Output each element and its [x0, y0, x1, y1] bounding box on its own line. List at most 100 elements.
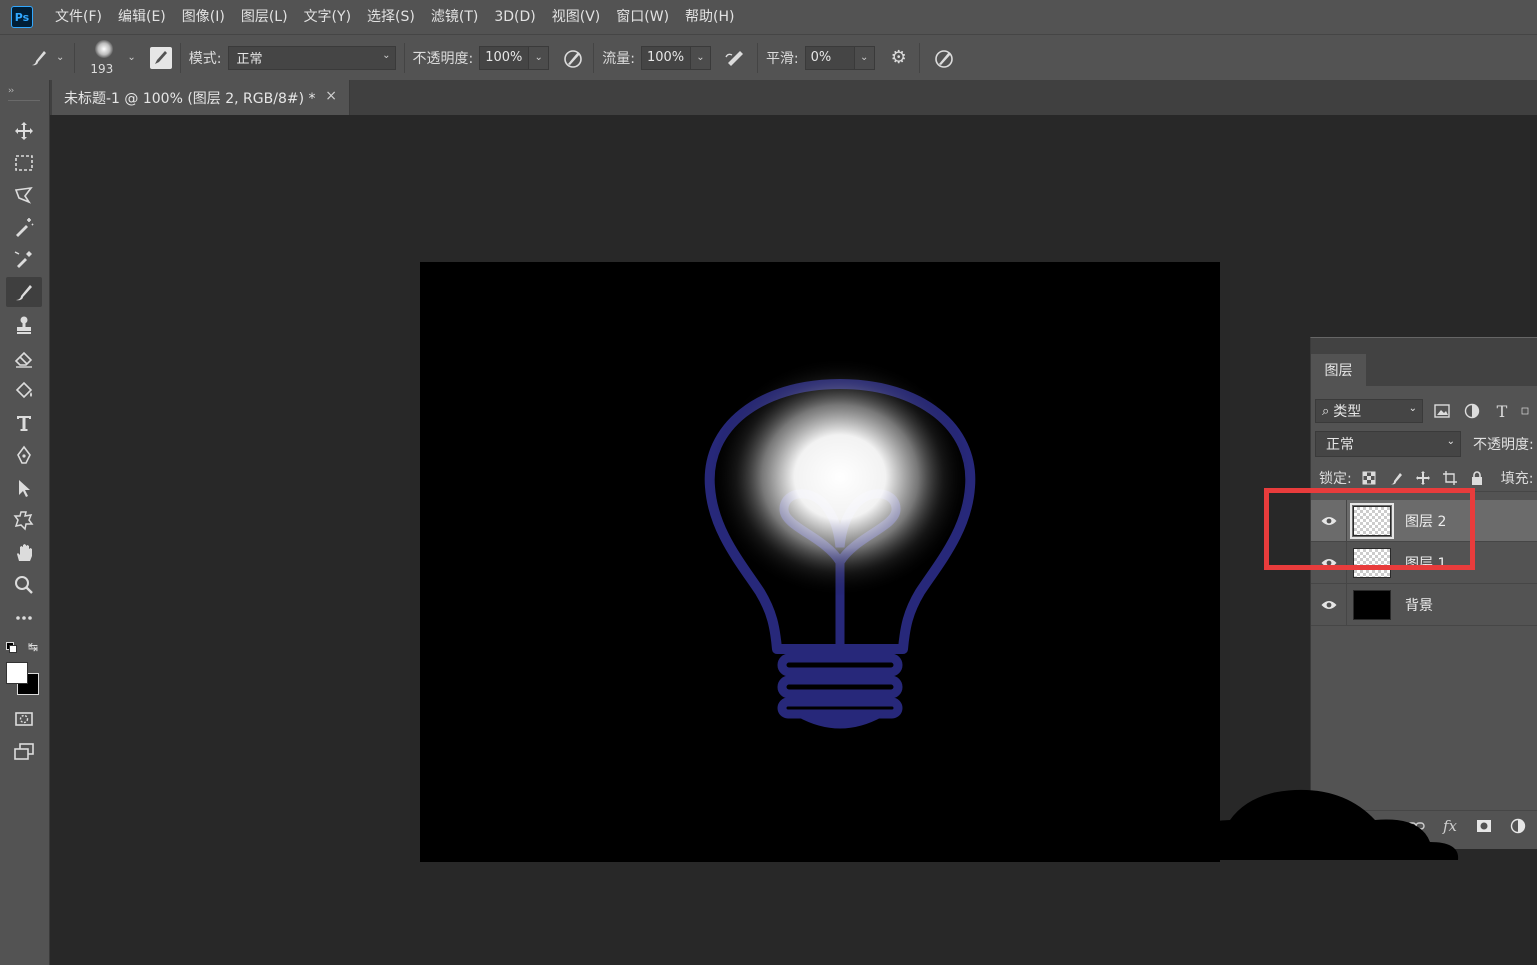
cloud-shape [1140, 789, 1459, 860]
mode-select[interactable]: 正常 ⌄ [227, 45, 396, 70]
brush-size-value: 193 [90, 61, 114, 76]
lock-all-icon[interactable] [1468, 469, 1486, 487]
menu-window[interactable]: 窗口(W) [608, 0, 677, 34]
smoothing-chevron-icon[interactable]: ⌄ [854, 45, 875, 70]
gear-icon[interactable]: ⚙ [887, 46, 911, 70]
search-icon: ⌕ [1322, 403, 1330, 419]
opacity-value: 100% [485, 50, 523, 65]
lock-position-icon[interactable] [1414, 469, 1432, 487]
opacity-input[interactable]: 100% [479, 45, 530, 70]
adjustment-layer-icon[interactable] [1506, 815, 1530, 837]
lock-artboard-icon[interactable] [1441, 469, 1459, 487]
divider [8, 100, 40, 101]
lock-transparency-icon[interactable] [1360, 469, 1378, 487]
smoothing-label: 平滑: [765, 50, 799, 67]
smoothing-input[interactable]: 0% [804, 45, 855, 70]
mask-icon[interactable] [1472, 815, 1496, 837]
foreground-color-swatch[interactable] [6, 662, 28, 684]
layer-filter-row: ⌕ 类型 ⌄ T [1315, 398, 1537, 424]
custom-shape-tool-icon[interactable] [6, 505, 42, 535]
pen-tool-icon[interactable] [6, 440, 42, 470]
menu-bar: Ps 文件(F) 编辑(E) 图像(I) 图层(L) 文字(Y) 选择(S) 滤… [0, 0, 1537, 34]
lock-label: 锁定: [1319, 470, 1352, 487]
document-tab[interactable]: 未标题-1 @ 100% (图层 2, RGB/8#) * × [52, 80, 350, 115]
close-icon[interactable]: × [325, 88, 337, 104]
fill-label: 填充: [1500, 470, 1534, 487]
menu-3d[interactable]: 3D(D) [486, 0, 543, 34]
document-tab-bar: 未标题-1 @ 100% (图层 2, RGB/8#) * × [50, 80, 1537, 115]
divider [756, 42, 758, 73]
lightbulb-artwork [704, 357, 976, 729]
photoshop-logo: Ps [11, 6, 33, 28]
divider [179, 42, 181, 73]
layer-opacity-label: 不透明度: [1473, 437, 1534, 453]
options-bar: ⌄ 193 ⌄ 模式: 正常 ⌄ 不透明度: 100% ⌄ 流量: 100% ⌄… [0, 34, 1537, 80]
lasso-tool-icon[interactable] [6, 180, 42, 210]
chevron-down-icon[interactable]: ⌄ [56, 52, 64, 63]
menu-file[interactable]: 文件(F) [47, 0, 110, 34]
flow-value: 100% [646, 50, 685, 65]
adjustment-filter-icon[interactable] [1461, 400, 1483, 422]
flow-input[interactable]: 100% [640, 45, 691, 70]
layers-panel: 图层 ⌕ 类型 ⌄ T 正常 ⌄ 不透明度: 锁定: 填充: 图层 2 图层 1… [1310, 337, 1537, 849]
menu-filter[interactable]: 滤镜(T) [423, 0, 486, 34]
eyedropper-tool-icon[interactable] [6, 244, 42, 274]
tools-panel: ›› ↹ [0, 80, 50, 965]
panel-tab-bar: 图层 [1311, 338, 1537, 386]
smoothing-value: 0% [810, 50, 832, 65]
brush-tool-icon[interactable] [6, 277, 42, 307]
divider [74, 42, 76, 73]
panel-grip-icon[interactable]: ›› [8, 86, 14, 96]
opacity-label: 不透明度: [412, 50, 474, 67]
clone-stamp-tool-icon[interactable] [6, 310, 42, 340]
eye-icon[interactable] [1311, 583, 1347, 626]
move-tool-icon[interactable] [6, 116, 42, 146]
menu-view[interactable]: 视图(V) [544, 0, 609, 34]
menu-layer[interactable]: 图层(L) [233, 0, 296, 34]
default-colors-icon[interactable] [6, 642, 18, 654]
menu-type[interactable]: 文字(Y) [296, 0, 359, 34]
tab-layers[interactable]: 图层 [1311, 354, 1366, 386]
screen-mode-icon[interactable] [6, 737, 42, 767]
blend-mode-row: 正常 ⌄ 不透明度: [1315, 431, 1537, 457]
layer-name[interactable]: 背景 [1405, 595, 1433, 615]
swap-colors-icon[interactable]: ↹ [28, 640, 38, 654]
quick-mask-icon[interactable] [6, 704, 42, 734]
layer-row[interactable]: 背景 [1311, 583, 1537, 626]
airbrush-icon[interactable] [723, 46, 749, 70]
menu-help[interactable]: 帮助(H) [677, 0, 742, 34]
eraser-tool-icon[interactable] [6, 343, 42, 373]
path-selection-tool-icon[interactable] [6, 473, 42, 503]
chevron-down-icon: ⌄ [1408, 403, 1417, 414]
brush-preset-icon[interactable] [28, 47, 50, 69]
menu-edit[interactable]: 编辑(E) [110, 0, 174, 34]
shape-filter-icon[interactable] [1521, 400, 1529, 422]
pressure-size-icon[interactable] [932, 46, 956, 70]
divider [593, 42, 595, 73]
opacity-chevron-icon[interactable]: ⌄ [529, 45, 550, 70]
flow-chevron-icon[interactable]: ⌄ [690, 45, 711, 70]
menu-image[interactable]: 图像(I) [174, 0, 233, 34]
paint-bucket-tool-icon[interactable] [6, 376, 42, 406]
filter-kind-select[interactable]: ⌕ 类型 ⌄ [1315, 399, 1423, 423]
blend-mode-select[interactable]: 正常 ⌄ [1315, 431, 1461, 457]
highlight-annotation [1264, 488, 1475, 570]
brush-panel-toggle-icon[interactable] [149, 46, 172, 69]
document-canvas[interactable] [420, 262, 1220, 862]
type-tool-icon[interactable] [6, 408, 42, 438]
chevron-down-icon: ⌄ [1446, 436, 1455, 447]
brush-size-picker[interactable]: 193 [87, 38, 121, 78]
hand-tool-icon[interactable] [6, 538, 42, 568]
magic-wand-tool-icon[interactable] [6, 212, 42, 242]
pressure-opacity-icon[interactable] [561, 46, 585, 70]
blend-mode-value: 正常 [1326, 437, 1354, 453]
type-filter-icon[interactable]: T [1491, 400, 1513, 422]
image-filter-icon[interactable] [1431, 400, 1453, 422]
marquee-tool-icon[interactable] [6, 148, 42, 178]
lock-pixels-icon[interactable] [1387, 469, 1405, 487]
menu-select[interactable]: 选择(S) [359, 0, 423, 34]
zoom-tool-icon[interactable] [6, 570, 42, 600]
more-tools-icon[interactable] [6, 603, 42, 633]
chevron-down-icon[interactable]: ⌄ [127, 52, 135, 63]
flow-label: 流量: [602, 50, 635, 67]
